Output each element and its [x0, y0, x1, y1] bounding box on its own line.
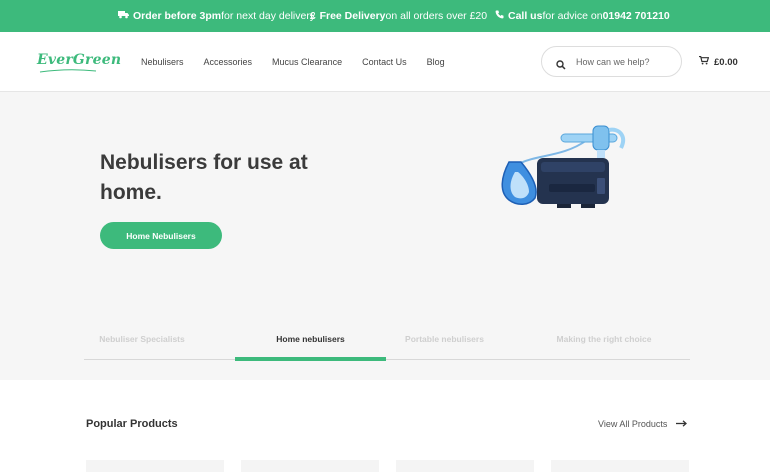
product-card[interactable]	[241, 460, 379, 472]
promo-free-delivery-text: on all orders over £20	[385, 10, 488, 22]
tab-portable-nebulisers[interactable]: Portable nebulisers	[386, 326, 503, 360]
promo-free-delivery: £ Free Delivery on all orders over £20	[310, 0, 487, 32]
truck-icon	[118, 10, 129, 22]
promo-next-day-bold: Order before 3pm	[133, 10, 222, 22]
nav-contact-us[interactable]: Contact Us	[362, 57, 407, 67]
main-nav: Nebulisers Accessories Mucus Clearance C…	[141, 32, 465, 92]
logo-swoosh-icon	[39, 69, 97, 73]
popular-products-title: Popular Products	[86, 418, 178, 430]
tab-making-the-right-choice[interactable]: Making the right choice	[539, 326, 669, 360]
view-all-products-link[interactable]: View All Products	[598, 419, 688, 429]
phone-icon	[495, 10, 504, 22]
promo-call-us-bold: Call us	[508, 10, 543, 22]
promo-next-day: Order before 3pm for next day delivery	[118, 0, 315, 32]
cart-button[interactable]: £0.00	[699, 55, 738, 68]
cart-icon[interactable]	[699, 55, 710, 68]
phone-number-link[interactable]: 01942 701210	[603, 10, 670, 22]
site-logo[interactable]: EverGreen	[37, 52, 121, 68]
promo-next-day-text: for next day delivery	[221, 10, 316, 22]
site-header: EverGreen Nebulisers Accessories Mucus C…	[0, 32, 770, 92]
product-card[interactable]	[551, 460, 689, 472]
nebuliser-product-image	[501, 125, 626, 208]
search-box[interactable]	[541, 46, 682, 77]
hero-title: Nebulisers for use at home.	[100, 151, 308, 204]
nav-accessories[interactable]: Accessories	[204, 57, 253, 67]
search-input[interactable]	[576, 56, 671, 67]
category-tabs: Nebuliser Specialists Home nebulisers Po…	[84, 326, 690, 361]
promo-call-us: Call us for advice on 01942 701210	[495, 0, 670, 32]
view-all-label: View All Products	[598, 419, 668, 429]
product-card[interactable]	[86, 460, 224, 472]
tab-home-nebulisers[interactable]: Home nebulisers	[235, 326, 386, 361]
product-card[interactable]	[396, 460, 534, 472]
popular-products-section: Popular Products View All Products	[0, 380, 770, 472]
nav-mucus-clearance[interactable]: Mucus Clearance	[272, 57, 342, 67]
promo-call-us-text: for advice on	[542, 10, 603, 22]
home-nebulisers-button[interactable]: Home Nebulisers	[100, 222, 222, 249]
nav-nebulisers[interactable]: Nebulisers	[141, 57, 184, 67]
nav-blog[interactable]: Blog	[427, 57, 445, 67]
promo-free-delivery-bold: Free Delivery	[319, 10, 386, 22]
arrow-right-icon	[676, 419, 688, 429]
promo-bar: Order before 3pm for next day delivery £…	[0, 0, 770, 32]
search-icon[interactable]	[556, 57, 566, 70]
cart-total: £0.00	[714, 56, 738, 68]
tab-nebuliser-specialists[interactable]: Nebuliser Specialists	[84, 326, 200, 360]
pound-icon: £	[310, 10, 316, 22]
